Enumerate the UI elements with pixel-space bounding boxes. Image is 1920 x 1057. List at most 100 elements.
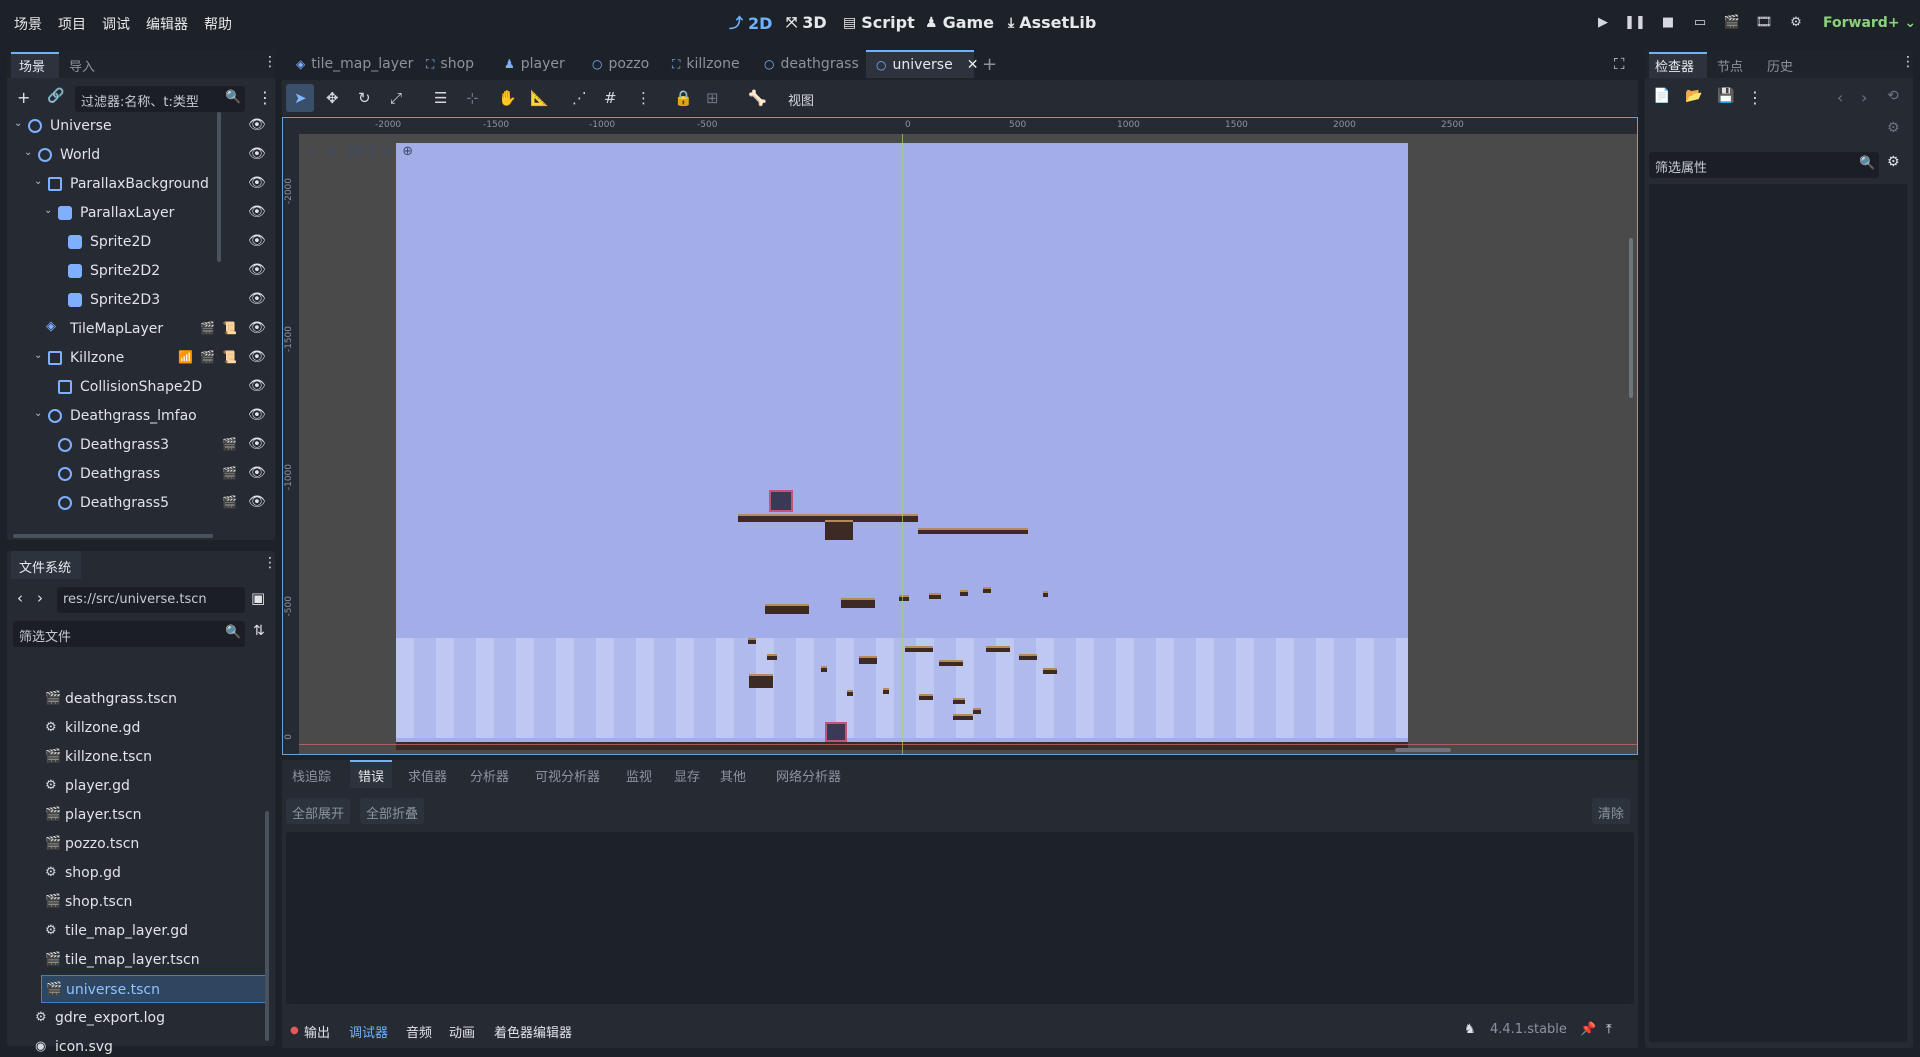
- inspector-menu-icon[interactable]: ⋮: [1901, 54, 1915, 70]
- split-view-icon[interactable]: ▣: [251, 589, 265, 607]
- sort-icon[interactable]: ⇅: [253, 623, 265, 639]
- scene-tree-item[interactable]: Deathgrass 🎬 👁: [14, 460, 269, 489]
- expand-arrow-icon[interactable]: ⌄: [34, 176, 42, 187]
- pivot-icon[interactable]: ⊹: [466, 89, 479, 107]
- visibility-eye-icon[interactable]: 👁: [248, 262, 266, 278]
- tab-filesystem[interactable]: 文件系统: [19, 557, 71, 576]
- visibility-eye-icon[interactable]: 👁: [248, 146, 266, 162]
- lock-icon[interactable]: 🔒: [674, 89, 693, 107]
- node-badge-icon[interactable]: 📜: [222, 321, 237, 335]
- add-node-icon[interactable]: +: [17, 88, 30, 107]
- file-item[interactable]: ⚙ tile_map_layer.gd: [13, 917, 253, 945]
- move-tool-icon[interactable]: ✥: [326, 89, 339, 107]
- node-info-icon[interactable]: ⚙: [1887, 120, 1900, 136]
- visibility-eye-icon[interactable]: 👁: [248, 378, 266, 394]
- scene-tree-item[interactable]: CollisionShape2D 👁: [14, 373, 269, 402]
- bottom-tab-animation[interactable]: 动画: [449, 1022, 475, 1041]
- debugger-tab[interactable]: 网络分析器: [776, 766, 841, 785]
- file-item[interactable]: 🎬 universe.tscn: [41, 975, 267, 1003]
- visibility-eye-icon[interactable]: 👁: [248, 320, 266, 336]
- expand-arrow-icon[interactable]: ⌄: [34, 350, 42, 361]
- expand-arrow-icon[interactable]: ⌄: [14, 118, 22, 129]
- debugger-tab[interactable]: 分析器: [470, 766, 509, 785]
- center-view-icon[interactable]: ⊹: [305, 144, 316, 159]
- debugger-tab[interactable]: 错误: [358, 766, 384, 785]
- debugger-tab[interactable]: 栈追踪: [292, 766, 331, 785]
- visibility-eye-icon[interactable]: 👁: [248, 204, 266, 220]
- canvas-viewport[interactable]: -2000 -1500 -1000 -500 0 500 1000 1500 2…: [282, 117, 1638, 755]
- visibility-eye-icon[interactable]: 👁: [248, 233, 266, 249]
- ruler-tool-icon[interactable]: 📐: [530, 89, 549, 107]
- fs-menu-icon[interactable]: ⋮: [263, 555, 277, 571]
- menu-scene[interactable]: 场景: [14, 14, 42, 34]
- scene-tree-item[interactable]: ⌄ World 👁: [14, 141, 269, 170]
- rotate-tool-icon[interactable]: ↻: [358, 89, 371, 107]
- node-badge-icon[interactable]: 🎬: [222, 437, 237, 451]
- file-item[interactable]: 🎬 deathgrass.tscn: [13, 685, 253, 713]
- fs-path-field[interactable]: res://src/universe.tscn: [57, 587, 245, 613]
- scene-tree-item[interactable]: Sprite2D 👁: [14, 228, 269, 257]
- play-custom-scene-icon[interactable]: 🎞: [1753, 15, 1775, 35]
- object-selector[interactable]: [1649, 118, 1879, 144]
- open-resource-icon[interactable]: 📂: [1685, 88, 1702, 104]
- node-badge-icon[interactable]: 🎬: [222, 466, 237, 480]
- tab-inspector[interactable]: 检查器: [1655, 56, 1694, 75]
- file-item[interactable]: 🎬 shop.tscn: [13, 888, 253, 916]
- visibility-eye-icon[interactable]: 👁: [248, 117, 266, 133]
- file-tree-scrollbar[interactable]: [265, 811, 269, 1041]
- expand-arrow-icon[interactable]: ⌄: [24, 147, 32, 158]
- file-item[interactable]: ⚙ shop.gd: [13, 859, 253, 887]
- scene-filter-input[interactable]: 过滤器:名称、t:类型 🔍: [75, 86, 245, 112]
- grid-snap-icon[interactable]: #: [604, 89, 617, 107]
- visibility-eye-icon[interactable]: 👁: [248, 407, 266, 423]
- file-item[interactable]: ⚙ killzone.gd: [13, 714, 253, 742]
- scene-tab-pozzo[interactable]: ○ pozzo: [582, 50, 662, 78]
- scene-options-icon[interactable]: ⋮: [257, 88, 273, 107]
- workspace-game-button[interactable]: ♟ Game: [925, 13, 994, 32]
- clear-button[interactable]: 清除: [1592, 798, 1631, 824]
- pin-icon[interactable]: 📌: [1580, 1022, 1596, 1037]
- scene-tab-universe[interactable]: ○ universe ✕: [866, 50, 978, 78]
- debugger-tab[interactable]: 求值器: [408, 766, 447, 785]
- file-item[interactable]: ⚙ player.gd: [13, 772, 253, 800]
- scene-tree-item[interactable]: ⌄ Deathgrass_lmfao 👁: [14, 402, 269, 431]
- expand-arrow-icon[interactable]: ⌄: [44, 205, 52, 216]
- workspace-script-button[interactable]: ▤ Script: [843, 13, 915, 32]
- menu-help[interactable]: 帮助: [204, 14, 232, 34]
- resource-options-icon[interactable]: ⋮: [1747, 88, 1763, 107]
- scene-tree-item[interactable]: ⌄ ParallaxBackground 👁: [14, 170, 269, 199]
- scene-tree-item[interactable]: Sprite2D2 👁: [14, 257, 269, 286]
- nav-forward-icon[interactable]: ›: [37, 589, 43, 607]
- node-badge-icon[interactable]: 🎬: [200, 321, 215, 335]
- bottom-tab-debugger[interactable]: 调试器: [349, 1022, 388, 1041]
- file-item[interactable]: 🎬 player.tscn: [13, 801, 253, 829]
- scene-tab-shop[interactable]: ⛶ shop: [416, 50, 494, 78]
- node-badge-icon[interactable]: 📜: [222, 350, 237, 364]
- expand-all-button[interactable]: 全部展开: [286, 798, 351, 824]
- select-tool-icon[interactable]: ➤: [294, 89, 307, 107]
- renderer-select[interactable]: Forward+ ⌄: [1823, 15, 1916, 31]
- remote-debug-icon[interactable]: ▭: [1689, 15, 1711, 35]
- file-item[interactable]: 🎬 killzone.tscn: [13, 743, 253, 771]
- fs-filter-input[interactable]: 筛选文件 🔍: [13, 621, 245, 647]
- menu-editor[interactable]: 编辑器: [146, 14, 188, 34]
- dock-menu-icon[interactable]: ⋮: [263, 54, 277, 70]
- scene-tab-tile_map_layer[interactable]: ◈ tile_map_layer: [286, 50, 416, 78]
- history-forward-icon[interactable]: ›: [1861, 88, 1867, 107]
- workspace-assetlib-button[interactable]: ⤓ AssetLib: [1008, 13, 1096, 32]
- zoom-in-icon[interactable]: ⊕: [402, 144, 413, 159]
- scene-tree-item[interactable]: ⌄ Killzone 📶 🎬 📜 👁: [14, 344, 269, 373]
- list-select-icon[interactable]: ☰: [434, 89, 447, 107]
- workspace-3d-button[interactable]: ⤧ 3D: [786, 13, 827, 32]
- tab-node[interactable]: 节点: [1717, 56, 1743, 75]
- expand-arrow-icon[interactable]: ⌄: [34, 408, 42, 419]
- pause-icon[interactable]: ❚❚: [1624, 15, 1646, 35]
- scene-tree-item[interactable]: ◈ TileMapLayer 🎬 📜 👁: [14, 315, 269, 344]
- shop-sprite[interactable]: [769, 490, 793, 512]
- close-tab-icon[interactable]: ✕: [967, 57, 979, 73]
- view-menu[interactable]: 视图: [788, 90, 814, 109]
- snap-options-icon[interactable]: ⋮: [636, 89, 651, 107]
- debugger-tab[interactable]: 显存: [674, 766, 700, 785]
- bottom-tab-output[interactable]: 输出: [304, 1022, 330, 1041]
- scene-tree-item[interactable]: Deathgrass5 🎬 👁: [14, 489, 269, 518]
